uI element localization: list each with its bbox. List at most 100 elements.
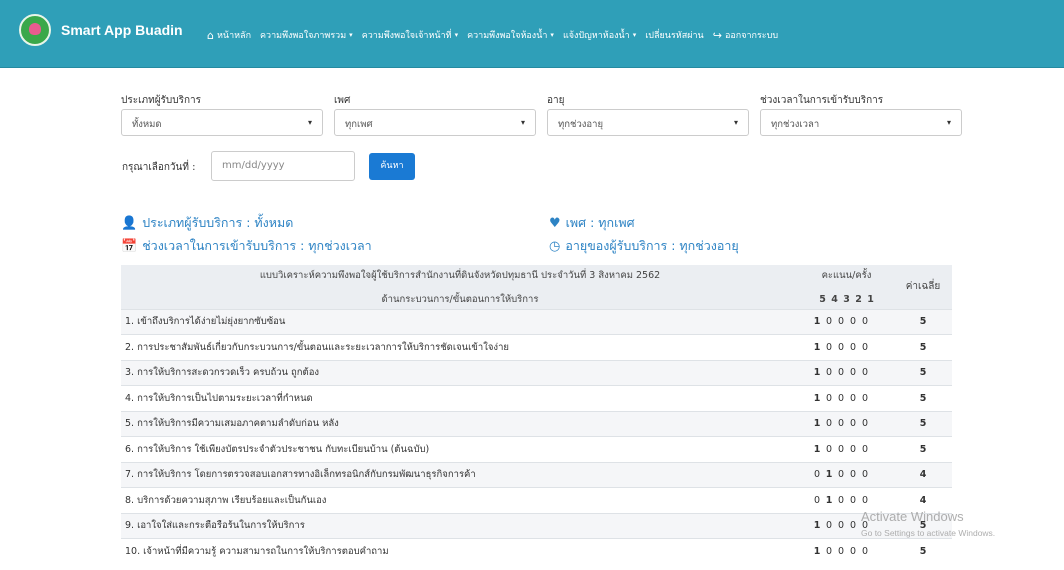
filter-label-1: เพศ xyxy=(334,95,351,106)
caret-down-icon: ▾ xyxy=(349,31,353,39)
average-cell: 5 xyxy=(919,392,927,404)
date-input[interactable]: mm/dd/yyyy xyxy=(211,151,355,181)
score-count: 0 xyxy=(849,341,857,353)
nav-item-6[interactable]: ↪ ออกจากระบบ xyxy=(713,28,778,42)
score-count: 1 xyxy=(813,392,821,404)
table-row: 1. เข้าถึงบริการได้ง่ายไม่ยุ่งยากซับซ้อน… xyxy=(121,309,952,335)
score-count: 0 xyxy=(837,443,845,455)
score-count: 1 xyxy=(813,520,821,532)
nav-item-4[interactable]: แจ้งปัญหาห้องน้ำ ▾ xyxy=(563,28,636,42)
nav-item-2[interactable]: ความพึงพอใจเจ้าหน้าที่ ▾ xyxy=(362,28,458,42)
question-cell: 6. การให้บริการ ใช้เพียงบัตรประจำตัวประช… xyxy=(125,443,430,455)
question-cell: 2. การประชาสัมพันธ์เกี่ยวกับกระบวนการ/ขั… xyxy=(125,341,509,353)
score-count: 0 xyxy=(813,494,821,506)
score-cell: 10000 xyxy=(799,437,894,463)
score-cell: 01000 xyxy=(799,462,894,488)
summary-service-type-text: ประเภทผู้รับบริการ : ทั้งหมด xyxy=(142,215,294,230)
score-count: 0 xyxy=(861,392,869,404)
table-header-title: แบบวิเคราะห์ความพึงพอใจผู้ใช้บริการสำนัก… xyxy=(121,265,799,309)
lotus-logo-icon xyxy=(19,14,51,46)
nav-item-label: ความพึงพอใจห้องน้ำ xyxy=(467,31,548,41)
score-count: 0 xyxy=(837,469,845,481)
nav-item-0[interactable]: ⌂ หน้าหลัก xyxy=(207,28,251,42)
score-count: 0 xyxy=(825,367,833,379)
nav-item-1[interactable]: ความพึงพอใจภาพรวม ▾ xyxy=(260,28,353,42)
average-cell: 5 xyxy=(919,316,927,328)
table-subtitle: ด้านกระบวนการ/ขั้นตอนการให้บริการ xyxy=(381,294,539,306)
average-cell: 5 xyxy=(919,341,927,353)
filter-select-1[interactable]: ทุกเพศ ▾ xyxy=(334,109,536,136)
nav-item-label: เปลี่ยนรหัสผ่าน xyxy=(645,31,704,41)
score-count: 0 xyxy=(825,316,833,328)
caret-down-icon: ▾ xyxy=(550,31,554,39)
main-nav: ⌂ หน้าหลัก ความพึงพอใจภาพรวม ▾ ความพึงพอใจเจ… xyxy=(207,28,778,42)
heart-icon: ♥ xyxy=(549,215,561,231)
score-cell: 10000 xyxy=(799,360,894,386)
score-cell: 10000 xyxy=(799,386,894,412)
nav-item-label: ความพึงพอใจเจ้าหน้าที่ xyxy=(361,31,452,41)
score-count: 0 xyxy=(837,367,845,379)
search-button[interactable]: ค้นหา xyxy=(369,153,415,180)
table-row: 4. การให้บริการเป็นไปตามระยะเวลาที่กำหนด… xyxy=(121,385,952,412)
score-count: 1 xyxy=(813,316,821,328)
caret-down-icon: ▾ xyxy=(632,31,637,39)
score-level: 3 xyxy=(843,294,850,306)
brand[interactable]: Smart App Buadin xyxy=(19,14,183,46)
score-count: 0 xyxy=(849,418,857,430)
score-count: 0 xyxy=(837,494,845,506)
question-cell: 9. เอาใจใส่และกระตือรือร้นในการให้บริการ xyxy=(125,520,305,532)
filter-select-value: ทุกช่วงเวลา xyxy=(771,119,820,130)
score-count: 0 xyxy=(825,341,833,353)
score-count: 0 xyxy=(849,546,857,557)
user-icon: 👤 xyxy=(121,215,138,231)
question-cell: 10. เจ้าหน้าที่มีความรู้ ความสามารถในการ… xyxy=(125,546,389,557)
score-level: 1 xyxy=(867,294,874,306)
summary-gender-text: เพศ : ทุกเพศ xyxy=(565,215,635,230)
nav-item-5[interactable]: เปลี่ยนรหัสผ่าน xyxy=(645,28,703,42)
score-level: 2 xyxy=(855,294,862,306)
score-count: 0 xyxy=(837,520,845,532)
filter-select-2[interactable]: ทุกช่วงอายุ ▾ xyxy=(547,109,749,136)
score-level: 4 xyxy=(831,294,838,306)
summary-age-text: อายุของผู้รับบริการ : ทุกช่วงอายุ xyxy=(565,238,739,253)
score-cell: 10000 xyxy=(799,539,894,565)
nav-item-label: ออกจากระบบ xyxy=(724,31,779,41)
score-count: 0 xyxy=(825,443,833,455)
dropdown-arrow-icon: ▾ xyxy=(307,118,312,127)
calendar-user-icon: 📅 xyxy=(121,238,138,254)
score-count: 0 xyxy=(825,392,833,404)
watermark-title: Activate Windows xyxy=(861,509,964,524)
question-cell: 4. การให้บริการเป็นไปตามระยะเวลาที่กำหนด xyxy=(125,392,313,404)
home-icon: ⌂ xyxy=(207,28,214,42)
filter-select-value: ทุกช่วงอายุ xyxy=(558,119,604,130)
caret-down-icon: ▾ xyxy=(454,31,459,39)
score-count: 1 xyxy=(825,494,833,506)
score-count: 0 xyxy=(861,546,869,557)
dropdown-arrow-icon: ▾ xyxy=(520,118,525,127)
dropdown-arrow-icon: ▾ xyxy=(733,118,738,127)
question-cell: 8. บริการด้วยความสุภาพ เรียบร้อยและเป็นก… xyxy=(125,494,327,506)
score-count: 0 xyxy=(825,520,833,532)
table-row: 2. การประชาสัมพันธ์เกี่ยวกับกระบวนการ/ขั… xyxy=(121,334,952,361)
question-cell: 5. การให้บริการมีความเสมอภาคตามลำดับก่อน… xyxy=(125,418,339,430)
score-count: 0 xyxy=(837,418,845,430)
date-label: กรุณาเลือกวันที่ : xyxy=(122,162,196,173)
watermark-subtitle: Go to Settings to activate Windows. xyxy=(861,528,996,538)
filter-select-3[interactable]: ทุกช่วงเวลา ▾ xyxy=(760,109,962,136)
nav-item-3[interactable]: ความพึงพอใจห้องน้ำ ▾ xyxy=(467,28,554,42)
score-count: 0 xyxy=(849,367,857,379)
filter-select-0[interactable]: ทั้งหมด ▾ xyxy=(121,109,323,136)
score-count: 0 xyxy=(849,494,857,506)
score-count: 1 xyxy=(813,546,821,557)
score-count: 1 xyxy=(813,341,821,353)
average-cell: 4 xyxy=(919,469,927,481)
filter-select-value: ทั้งหมด xyxy=(132,119,162,130)
score-cell: 10000 xyxy=(799,335,894,361)
table-row: 3. การให้บริการสะดวกรวดเร็ว ครบถ้วน ถูกต… xyxy=(121,360,952,386)
filter-label-3: ช่วงเวลาในการเข้ารับบริการ xyxy=(760,95,884,106)
score-count: 1 xyxy=(813,418,821,430)
table-header-average: ค่าเฉลี่ย xyxy=(894,265,952,309)
score-count: 0 xyxy=(837,341,845,353)
score-count: 1 xyxy=(813,443,821,455)
nav-item-label: ความพึงพอใจภาพรวม xyxy=(260,31,347,41)
